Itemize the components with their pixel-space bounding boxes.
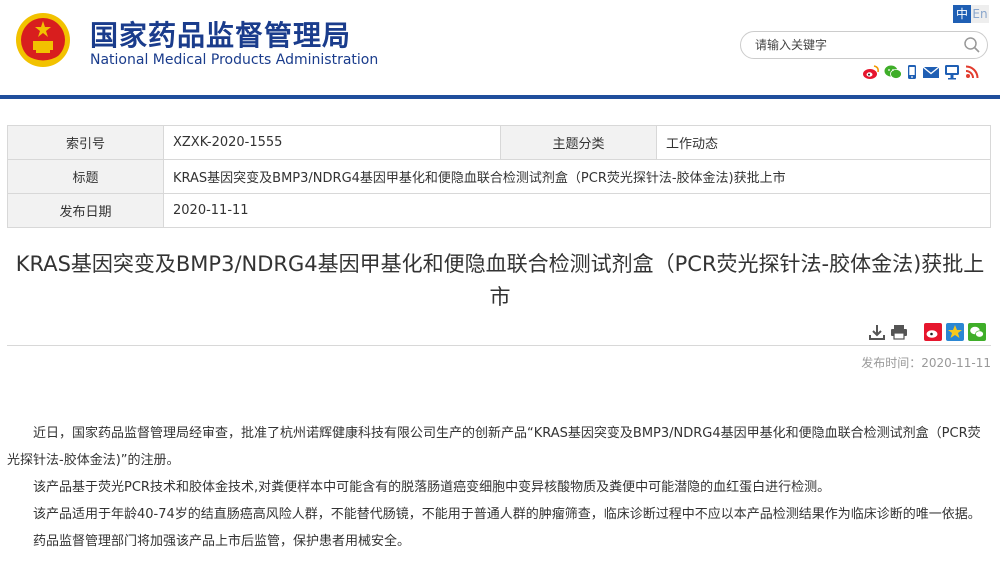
- weibo-icon[interactable]: [862, 64, 880, 80]
- table-row: 发布日期 2020-11-11: [7, 193, 991, 228]
- search-box: [740, 31, 988, 59]
- article-body: 近日，国家药品监督管理局经审查，批准了杭州诺辉健康科技有限公司生产的创新产品“K…: [7, 420, 991, 555]
- article-paragraph: 近日，国家药品监督管理局经审查，批准了杭州诺辉健康科技有限公司生产的创新产品“K…: [7, 426, 981, 468]
- article-divider: [7, 345, 991, 346]
- search-icon[interactable]: [963, 36, 981, 54]
- mail-icon[interactable]: [922, 64, 940, 80]
- rss-icon[interactable]: [964, 64, 980, 80]
- title-value: KRAS基因突变及BMP3/NDRG4基因甲基化和便隐血联合检测试剂盒（PCR荧…: [163, 159, 991, 194]
- title-label: 标题: [7, 159, 164, 194]
- index-value: XZXK-2020-1555: [163, 125, 501, 160]
- search-input[interactable]: [755, 36, 955, 54]
- print-icon[interactable]: [890, 323, 908, 341]
- site-header: 国家药品监督管理局 National Medical Products Admi…: [0, 0, 1000, 96]
- share-qzone-icon[interactable]: [946, 323, 964, 341]
- index-label: 索引号: [7, 125, 164, 160]
- article-paragraph: 药品监督管理部门将加强该产品上市后监管，保护患者用械安全。: [33, 534, 411, 549]
- date-value: 2020-11-11: [163, 193, 991, 228]
- article-title-line-1: KRAS基因突变及BMP3/NDRG4基因甲基化和便隐血联合检测试剂盒（PCR荧…: [15, 252, 985, 276]
- download-icon[interactable]: [868, 323, 886, 341]
- article-title: KRAS基因突变及BMP3/NDRG4基因甲基化和便隐血联合检测试剂盒（PCR荧…: [0, 248, 1000, 314]
- national-emblem-icon: [16, 13, 70, 67]
- table-row: 标题 KRAS基因突变及BMP3/NDRG4基因甲基化和便隐血联合检测试剂盒（P…: [7, 159, 991, 194]
- publish-time: 发布时间：2020-11-11: [861, 356, 991, 370]
- table-row: 索引号 XZXK-2020-1555 主题分类 工作动态: [7, 125, 991, 160]
- social-links: [862, 64, 980, 80]
- article-paragraph: 该产品适用于年龄40-74岁的结直肠癌高风险人群，不能替代肠镜，不能用于普通人群…: [33, 507, 981, 522]
- share-weibo-icon[interactable]: [924, 323, 942, 341]
- topic-label: 主题分类: [500, 125, 657, 160]
- share-wechat-icon[interactable]: [968, 323, 986, 341]
- lang-zh-button[interactable]: 中: [953, 5, 971, 23]
- date-label: 发布日期: [7, 193, 164, 228]
- article-title-line-2: 市: [489, 285, 511, 309]
- site-title-cn[interactable]: 国家药品监督管理局: [90, 14, 351, 54]
- feedback-icon[interactable]: [944, 64, 960, 80]
- lang-en-button[interactable]: En: [971, 5, 989, 23]
- article-tools: [868, 323, 986, 341]
- article-paragraph: 该产品基于荧光PCR技术和胶体金技术,对粪便样本中可能含有的脱落肠道癌变细胞中变…: [33, 480, 831, 495]
- wechat-icon[interactable]: [884, 64, 902, 80]
- mobile-icon[interactable]: [906, 64, 918, 80]
- header-divider: [0, 95, 1000, 99]
- topic-value: 工作动态: [656, 125, 991, 160]
- article-metadata-table: 索引号 XZXK-2020-1555 主题分类 工作动态 标题 KRAS基因突变…: [7, 125, 991, 228]
- site-title-en[interactable]: National Medical Products Administration: [90, 52, 378, 68]
